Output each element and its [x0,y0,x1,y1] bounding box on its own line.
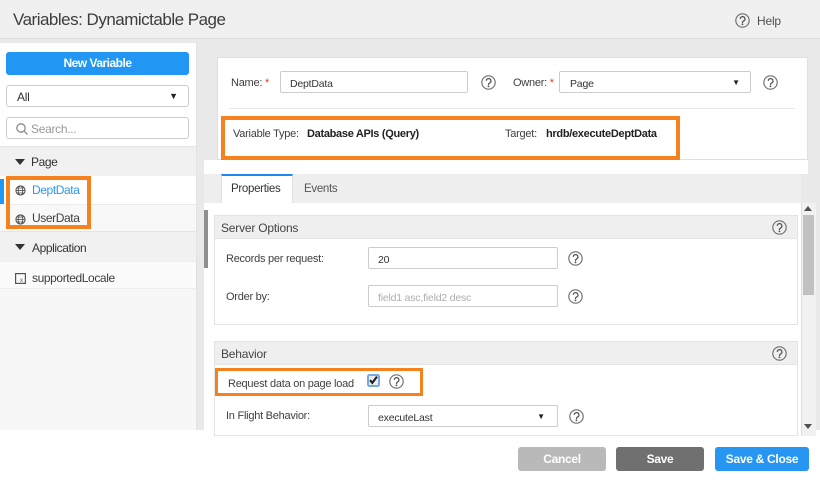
svg-text:x: x [20,278,23,284]
